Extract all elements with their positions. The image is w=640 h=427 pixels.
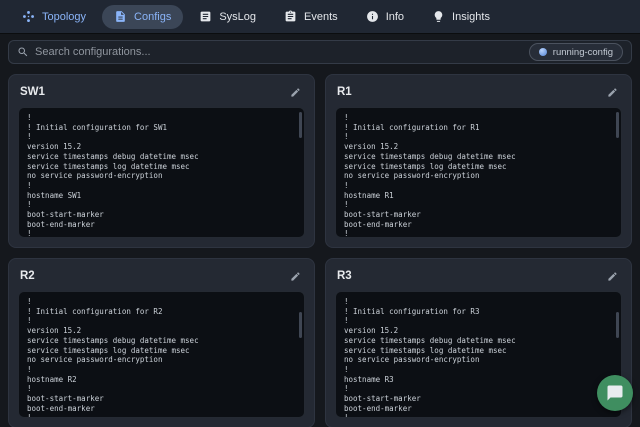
search-box: running-config — [8, 40, 632, 64]
tab-configs[interactable]: Configs — [102, 4, 184, 29]
config-text: ! ! Initial configuration for R3 ! versi… — [344, 297, 516, 418]
tab-insights-label: Insights — [452, 10, 490, 23]
configs-grid: SW1 ! ! Initial configuration for SW1 ! … — [0, 64, 640, 427]
device-title: SW1 — [20, 86, 45, 98]
tab-info[interactable]: Info — [354, 5, 416, 29]
pencil-icon — [607, 271, 617, 281]
config-code-block[interactable]: ! ! Initial configuration for SW1 ! vers… — [18, 107, 305, 238]
config-text: ! ! Initial configuration for SW1 ! vers… — [27, 113, 199, 238]
edit-config-button[interactable] — [604, 84, 620, 100]
edit-config-button[interactable] — [287, 268, 303, 284]
chip-sphere-icon — [538, 48, 547, 56]
tab-configs-label: Configs — [134, 10, 172, 23]
tab-topology[interactable]: Topology — [10, 5, 98, 29]
config-card-r1: R1 ! ! Initial configuration for R1 ! ve… — [325, 74, 632, 248]
card-header: SW1 — [18, 82, 305, 100]
card-header: R2 — [18, 266, 305, 284]
config-code-block[interactable]: ! ! Initial configuration for R2 ! versi… — [18, 291, 305, 418]
tab-syslog[interactable]: SysLog — [187, 5, 268, 29]
scrollbar-thumb[interactable] — [299, 112, 302, 138]
scrollbar-thumb[interactable] — [616, 312, 619, 338]
device-title: R1 — [337, 86, 352, 98]
device-title: R3 — [337, 270, 352, 282]
configs-icon — [116, 11, 125, 22]
edit-config-button[interactable] — [604, 268, 620, 284]
config-text: ! ! Initial configuration for R1 ! versi… — [344, 113, 516, 238]
scrollbar-thumb[interactable] — [616, 112, 619, 138]
tab-topology-label: Topology — [42, 10, 87, 23]
chat-bubble-icon — [607, 385, 623, 401]
config-card-r2: R2 ! ! Initial configuration for R2 ! ve… — [8, 258, 315, 427]
config-text: ! ! Initial configuration for R2 ! versi… — [27, 297, 199, 418]
pencil-icon — [607, 87, 617, 97]
tab-info-label: Info — [385, 10, 405, 23]
search-icon — [18, 47, 28, 57]
tab-syslog-label: SysLog — [219, 10, 257, 23]
scrollbar-thumb[interactable] — [299, 312, 302, 338]
search-row: running-config — [0, 33, 640, 64]
config-card-sw1: SW1 ! ! Initial configuration for SW1 ! … — [8, 74, 315, 248]
card-header: R1 — [335, 82, 622, 100]
card-header: R3 — [335, 266, 622, 284]
tab-events[interactable]: Events — [272, 5, 350, 29]
insights-icon — [434, 11, 443, 22]
device-title: R2 — [20, 270, 35, 282]
config-code-block[interactable]: ! ! Initial configuration for R3 ! versi… — [335, 291, 622, 418]
topology-icon — [23, 11, 34, 22]
running-config-chip-label: running-config — [552, 46, 613, 58]
events-icon — [285, 10, 296, 22]
top-navbar: Topology Configs SysLog Events Info Insi… — [0, 0, 640, 33]
syslog-icon — [200, 11, 211, 22]
info-icon — [366, 11, 378, 22]
tab-events-label: Events — [304, 10, 338, 23]
config-code-block[interactable]: ! ! Initial configuration for R1 ! versi… — [335, 107, 622, 238]
search-input[interactable] — [29, 46, 529, 58]
config-card-r3: R3 ! ! Initial configuration for R3 ! ve… — [325, 258, 632, 427]
pencil-icon — [290, 87, 300, 97]
edit-config-button[interactable] — [287, 84, 303, 100]
chat-button[interactable] — [597, 375, 633, 411]
running-config-chip[interactable]: running-config — [528, 43, 623, 61]
pencil-icon — [290, 271, 300, 281]
tab-insights[interactable]: Insights — [420, 5, 502, 29]
